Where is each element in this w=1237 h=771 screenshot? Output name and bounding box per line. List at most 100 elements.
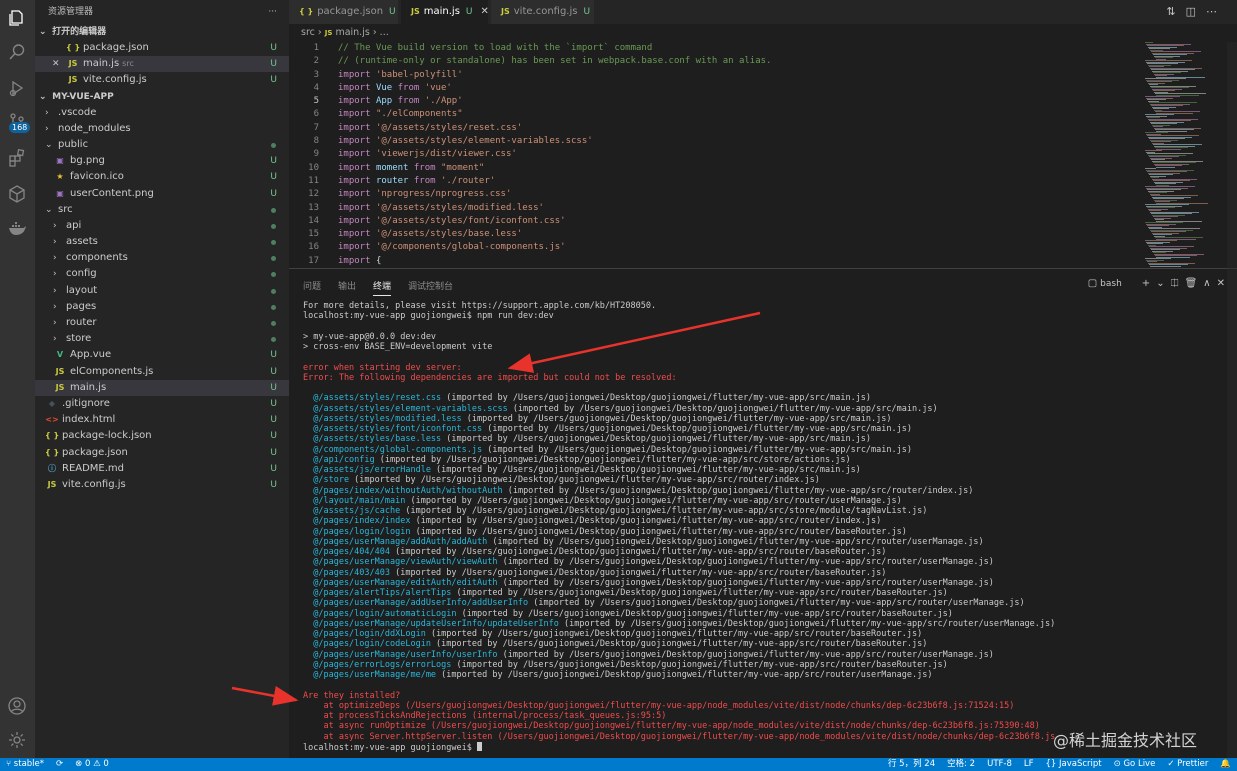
close-panel-icon[interactable]: ✕ <box>1217 278 1225 289</box>
line-ending[interactable]: LF <box>1024 759 1034 769</box>
file-item[interactable]: JS elComponents.js U <box>35 364 289 380</box>
close-icon[interactable]: ✕ <box>52 56 66 72</box>
open-editor-item[interactable]: ✕ JS main.js src U <box>35 56 289 73</box>
folder-name: config <box>66 268 97 280</box>
watermark: @稀土掘金技术社区 <box>1053 731 1198 750</box>
folder-item[interactable]: › pages <box>35 299 289 315</box>
file-item[interactable]: V App.vue U <box>35 347 289 363</box>
folder-item[interactable]: › router <box>35 315 289 331</box>
indentation[interactable]: 空格: 2 <box>947 759 975 769</box>
modified-dot <box>271 240 276 246</box>
settings-gear-icon[interactable] <box>7 730 27 750</box>
code-token: import <box>338 122 376 133</box>
account-icon[interactable] <box>7 696 27 716</box>
tab-package-json[interactable]: { } package.json U <box>289 0 399 24</box>
folder-item[interactable]: › components <box>35 250 289 266</box>
tab-main-js[interactable]: JS main.js U ✕ <box>401 0 489 24</box>
terminal-dropdown-icon[interactable]: ⌄ <box>1156 278 1164 289</box>
extensions-icon[interactable] <box>7 148 27 168</box>
code-line: 1 // The Vue build version to load with t… <box>289 42 1141 55</box>
file-item[interactable]: { } package.json U <box>35 445 289 461</box>
folder-item[interactable]: ⌄ src <box>35 202 289 218</box>
file-name: userContent.png <box>70 187 154 199</box>
package-icon[interactable] <box>7 184 27 204</box>
run-debug-icon[interactable] <box>7 78 27 98</box>
terminal-line: @/pages/errorLogs/errorLogs (imported by… <box>303 660 1228 670</box>
file-item[interactable]: { } package-lock.json U <box>35 428 289 444</box>
file-item[interactable]: <> index.html U <box>35 412 289 428</box>
terminal-output[interactable]: For more details, please visit https://s… <box>303 301 1228 753</box>
folder-item[interactable]: ⌄ public <box>35 137 289 153</box>
folder-item[interactable]: › layout <box>35 283 289 299</box>
file-item[interactable]: ▣ userContent.png U <box>35 186 289 202</box>
minimap[interactable] <box>1141 42 1237 268</box>
problems-indicator[interactable]: ⊗ 0 ⚠ 0 <box>75 759 109 769</box>
terminal-text: (imported by /Users/guojiongwei/Desktop/… <box>441 434 872 445</box>
cursor-position[interactable]: 行 5，列 24 <box>888 759 935 769</box>
code-token: 'nprogress/nprogress.css' <box>375 189 512 200</box>
minimap-line <box>1150 265 1181 267</box>
trash-icon[interactable]: 🗑 <box>1185 278 1198 289</box>
folder-item[interactable]: › node_modules <box>35 121 289 137</box>
terminal-line: @/assets/styles/element-variables.scss (… <box>303 404 1228 414</box>
folder-item[interactable]: › assets <box>35 234 289 250</box>
folder-item[interactable]: › store <box>35 331 289 347</box>
folder-item[interactable]: › api <box>35 218 289 234</box>
file-item[interactable]: ◆ .gitignore U <box>35 396 289 412</box>
source-control-badge: 168 <box>9 122 31 133</box>
panel-tab[interactable]: 输出 <box>338 279 356 292</box>
folder-name: pages <box>66 300 97 312</box>
terminal-name[interactable]: bash <box>1100 279 1122 289</box>
docker-icon[interactable] <box>7 218 27 238</box>
folder-item[interactable]: › .vscode <box>35 105 289 121</box>
line-number: 16 <box>308 242 319 253</box>
open-editors-header[interactable]: ⌄ 打开的编辑器 <box>35 24 289 40</box>
more-actions-icon[interactable]: ··· <box>268 0 277 24</box>
panel-tab[interactable]: 终端 <box>373 279 392 296</box>
code-token: import <box>338 202 376 213</box>
code-line: 10 import moment from "moment" <box>289 162 1141 175</box>
code-editor[interactable]: 1 // The Vue build version to load with t… <box>289 42 1141 268</box>
new-terminal-icon[interactable]: + <box>1142 278 1150 289</box>
folder-item[interactable]: › config <box>35 266 289 282</box>
breadcrumb-tail[interactable]: ... <box>380 27 389 38</box>
compare-icon[interactable]: ⇅ <box>1166 5 1185 18</box>
file-item[interactable]: JS main.js U <box>35 379 289 396</box>
split-terminal-icon[interactable]: ⎅ <box>1171 278 1179 289</box>
more-icon[interactable]: ⋯ <box>1206 5 1227 18</box>
go-live-button[interactable]: ⊙ Go Live <box>1114 759 1156 769</box>
git-status-badge: U <box>270 479 277 490</box>
encoding[interactable]: UTF-8 <box>987 759 1012 769</box>
sync-icon[interactable]: ⟳ <box>56 759 63 769</box>
line-number: 4 <box>313 82 319 93</box>
split-editor-icon[interactable]: ◫ <box>1186 5 1206 18</box>
code-token: '@/assets/styles/font/iconfont.css' <box>375 215 566 226</box>
prettier-status[interactable]: ✓ Prettier <box>1167 759 1208 769</box>
line-number: 1 <box>313 43 319 53</box>
panel-tab[interactable]: 问题 <box>303 279 321 292</box>
panel-tab[interactable]: 调试控制台 <box>408 279 453 292</box>
json-file-icon: { } <box>45 431 60 441</box>
terminal-text: (imported by /Users/guojiongwei/Desktop/… <box>430 465 861 475</box>
breadcrumb-folder[interactable]: src <box>301 27 315 38</box>
tab-vite-config-js[interactable]: JS vite.config.js U <box>491 0 595 24</box>
search-icon[interactable] <box>7 42 27 62</box>
branch-indicator[interactable]: ⑂ stable* <box>6 759 44 769</box>
code-line: 2 // (runtime-only or standalone) has bee… <box>289 55 1141 68</box>
explorer-icon[interactable] <box>7 8 27 28</box>
vertical-scrollbar[interactable] <box>1227 42 1237 758</box>
file-item[interactable]: ★ favicon.ico U <box>35 169 289 185</box>
file-item[interactable]: ▣ bg.png U <box>35 153 289 169</box>
file-item[interactable]: ⓘ README.md U <box>35 461 289 477</box>
close-tab-icon[interactable]: ✕ <box>481 6 489 17</box>
notifications-bell-icon[interactable]: 🔔 <box>1220 759 1231 769</box>
language-mode[interactable]: {} JavaScript <box>1046 759 1102 769</box>
open-editor-item[interactable]: JS vite.config.js U <box>35 72 289 88</box>
breadcrumb-file[interactable]: main.js <box>335 27 369 38</box>
open-editor-item[interactable]: { } package.json U <box>35 40 289 56</box>
maximize-icon[interactable]: ∧ <box>1203 278 1210 289</box>
project-header[interactable]: ⌄ MY-VUE-APP <box>35 89 289 105</box>
json-file-icon: { } <box>45 447 60 457</box>
file-item[interactable]: JS vite.config.js U <box>35 477 289 493</box>
